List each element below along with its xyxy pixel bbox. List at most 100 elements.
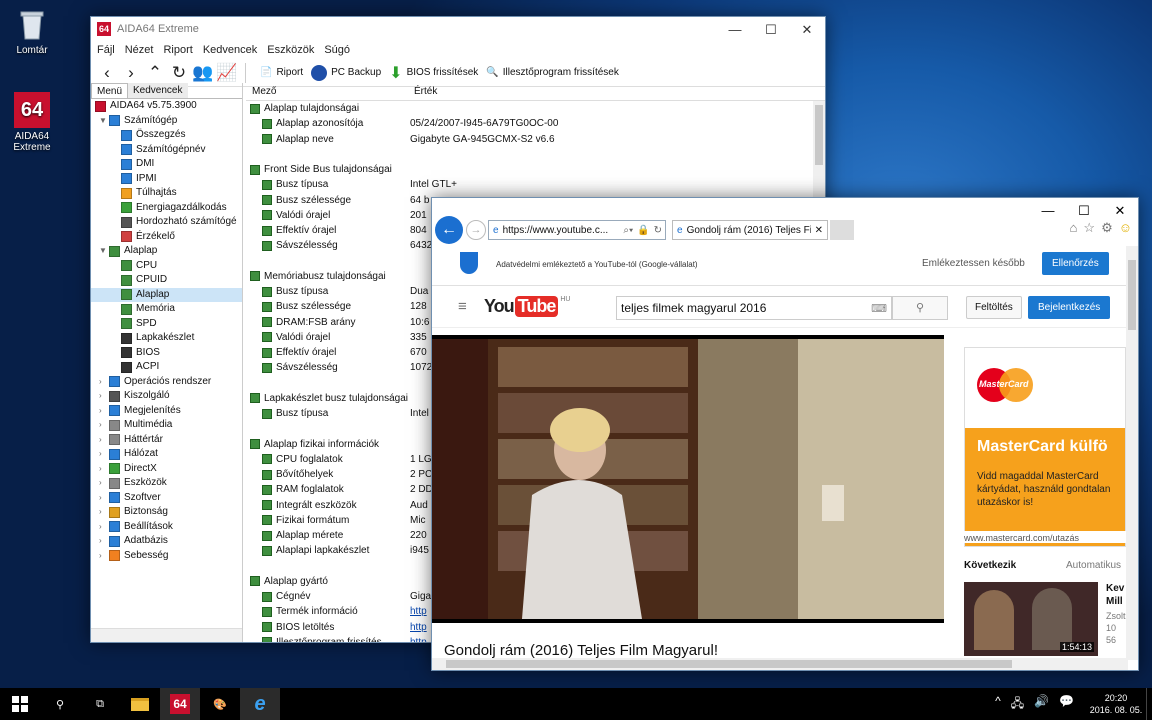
tree-item[interactable]: ▼ Alaplap <box>91 244 242 259</box>
collapsed-chevron-icon[interactable]: › <box>99 549 109 564</box>
group-header-row[interactable]: Alaplap tulajdonságai <box>246 101 825 116</box>
remind-later-button[interactable]: Emlékeztessen később <box>922 258 1025 269</box>
hamburger-menu-icon[interactable]: ≡ <box>458 298 467 315</box>
tree-item[interactable]: Érzékelő <box>91 230 242 245</box>
smiley-feedback-icon[interactable]: ☺ <box>1119 220 1132 236</box>
up-icon[interactable]: ⌃ <box>143 61 167 85</box>
collapsed-chevron-icon[interactable]: › <box>99 534 109 549</box>
collapsed-chevron-icon[interactable]: › <box>99 447 109 462</box>
tree-item[interactable]: SPD <box>91 317 242 332</box>
tree-item[interactable]: CPU <box>91 259 242 274</box>
refresh-icon[interactable]: ↻ <box>167 61 191 85</box>
driver-update-button[interactable]: 🔍 Illesztőprogram frissítések <box>486 67 619 78</box>
tab-menu[interactable]: Menü <box>91 83 129 98</box>
task-view-icon[interactable]: ⧉ <box>80 688 120 720</box>
next-video-title[interactable]: Kev Mill <box>1106 582 1128 608</box>
address-bar[interactable]: e https://www.youtube.c... ⌕▾ 🔒 ↻ <box>488 220 666 240</box>
tree-item[interactable]: CPUID <box>91 273 242 288</box>
tree-item[interactable]: Energiagazdálkodás <box>91 201 242 216</box>
tree-item[interactable]: Számítógépnév <box>91 143 242 158</box>
aida64-titlebar[interactable]: 64 AIDA64 Extreme — ☐ ✕ <box>91 17 825 41</box>
tree-item[interactable]: › Operációs rendszer <box>91 375 242 390</box>
maximize-button[interactable]: ☐ <box>753 17 789 43</box>
chart-icon[interactable]: 📈 <box>215 61 239 85</box>
tree-item[interactable]: Összegzés <box>91 128 242 143</box>
tree-item[interactable]: DMI <box>91 157 242 172</box>
search-dropdown-icon[interactable]: ⌕▾ <box>623 225 633 236</box>
tree-item[interactable]: › Multimédia <box>91 418 242 433</box>
tree-item[interactable]: Memória <box>91 302 242 317</box>
ie-horizontal-scrollbar[interactable] <box>432 658 1128 670</box>
aida64-shortcut[interactable]: 64 AIDA64 Extreme <box>0 92 64 153</box>
close-button[interactable]: ✕ <box>789 17 825 43</box>
autoplay-label[interactable]: Automatikus <box>1066 560 1121 571</box>
expanded-chevron-icon[interactable]: ▼ <box>99 114 109 129</box>
ie-window[interactable]: — ☐ ✕ ← → e https://www.youtube.c... ⌕▾ … <box>431 197 1139 671</box>
search-icon[interactable]: ⚲ <box>40 688 80 720</box>
ie-minimize-button[interactable]: — <box>1030 198 1066 224</box>
paint-icon[interactable]: 🎨 <box>200 688 240 720</box>
tree-item[interactable]: › Szoftver <box>91 491 242 506</box>
bios-update-button[interactable]: ⬇ BIOS frissítések <box>389 63 478 83</box>
tree-item[interactable]: › Adatbázis <box>91 534 242 549</box>
tree-item[interactable]: Alaplap <box>91 287 242 302</box>
show-desktop-button[interactable] <box>1146 688 1152 720</box>
keyboard-icon[interactable]: ⌨ <box>871 302 891 315</box>
next-video-thumbnail[interactable]: 1:54:13 <box>964 582 1098 656</box>
tree-item[interactable]: › Sebesség <box>91 549 242 564</box>
minimize-button[interactable]: — <box>717 17 753 43</box>
tree-item[interactable]: BIOS <box>91 346 242 361</box>
horizontal-scrollbar[interactable] <box>91 628 242 642</box>
browser-tab[interactable]: e Gondolj rám (2016) Teljes Fi... ✕ <box>672 220 828 240</box>
users-icon[interactable]: 👥 <box>191 61 215 85</box>
collapsed-chevron-icon[interactable]: › <box>99 433 109 448</box>
forward-arrow-icon[interactable]: → <box>466 220 486 240</box>
tree-item[interactable]: › Háttértár <box>91 433 242 448</box>
column-value[interactable]: Érték <box>408 86 437 97</box>
tree-item[interactable]: › Kiszolgáló <box>91 389 242 404</box>
ie-hscroll-thumb[interactable] <box>446 660 1012 668</box>
tray-chevron-icon[interactable]: ^ <box>995 694 1001 715</box>
collapsed-chevron-icon[interactable]: › <box>99 375 109 390</box>
menu-item-3[interactable]: Kedvencek <box>203 44 257 56</box>
tree-item[interactable]: ACPI <box>91 360 242 375</box>
tab-favorites[interactable]: Kedvencek <box>128 83 188 98</box>
new-tab-button[interactable] <box>830 220 854 240</box>
ie-vertical-scrollbar[interactable] <box>1126 246 1138 660</box>
taskbar-aida64-icon[interactable]: 64 <box>160 688 200 720</box>
pc-backup-button[interactable]: PC Backup <box>311 64 381 81</box>
tree-item[interactable]: AIDA64 v5.75.3900 <box>91 99 242 114</box>
volume-icon[interactable]: 🔊 <box>1034 694 1049 715</box>
network-icon[interactable]: 🖧 <box>1011 694 1024 715</box>
search-input[interactable]: teljes filmek magyarul 2016 ⌨ <box>616 296 892 320</box>
tree-item[interactable]: IPMI <box>91 172 242 187</box>
ad-url[interactable]: www.mastercard.com/utazás <box>964 531 1126 543</box>
clock[interactable]: 20:20 2016. 08. 05. <box>1086 692 1146 716</box>
collapsed-chevron-icon[interactable]: › <box>99 389 109 404</box>
tab-close-icon[interactable]: ✕ <box>815 225 827 236</box>
collapsed-chevron-icon[interactable]: › <box>99 505 109 520</box>
collapsed-chevron-icon[interactable]: › <box>99 462 109 477</box>
property-row[interactable]: Alaplap azonosítója 05/24/2007-I945-6A79T… <box>246 116 825 131</box>
collapsed-chevron-icon[interactable]: › <box>99 476 109 491</box>
upload-button[interactable]: Feltöltés <box>966 296 1022 319</box>
sign-in-button[interactable]: Bejelentkezés <box>1028 296 1111 319</box>
tree-item[interactable]: › Beállítások <box>91 520 242 535</box>
expanded-chevron-icon[interactable]: ▼ <box>99 244 109 259</box>
menu-item-1[interactable]: Nézet <box>125 44 154 56</box>
favorites-star-icon[interactable]: ☆ <box>1083 220 1095 236</box>
tree-item[interactable]: › Megjelenítés <box>91 404 242 419</box>
menu-item-2[interactable]: Riport <box>163 44 192 56</box>
menu-item-4[interactable]: Eszközök <box>267 44 314 56</box>
column-field[interactable]: Mező <box>246 86 408 97</box>
forward-icon[interactable]: › <box>119 61 143 85</box>
search-button-icon[interactable]: ⚲ <box>892 296 948 320</box>
tree-item[interactable]: › Biztonság <box>91 505 242 520</box>
settings-gear-icon[interactable]: ⚙ <box>1101 220 1113 236</box>
action-center-icon[interactable]: 💬 <box>1059 694 1074 715</box>
menu-item-0[interactable]: Fájl <box>97 44 115 56</box>
tree-item[interactable]: ▼ Számítógép <box>91 114 242 129</box>
refresh-icon[interactable]: ↻ <box>654 225 665 236</box>
start-button[interactable] <box>0 688 40 720</box>
file-explorer-icon[interactable] <box>120 688 160 720</box>
